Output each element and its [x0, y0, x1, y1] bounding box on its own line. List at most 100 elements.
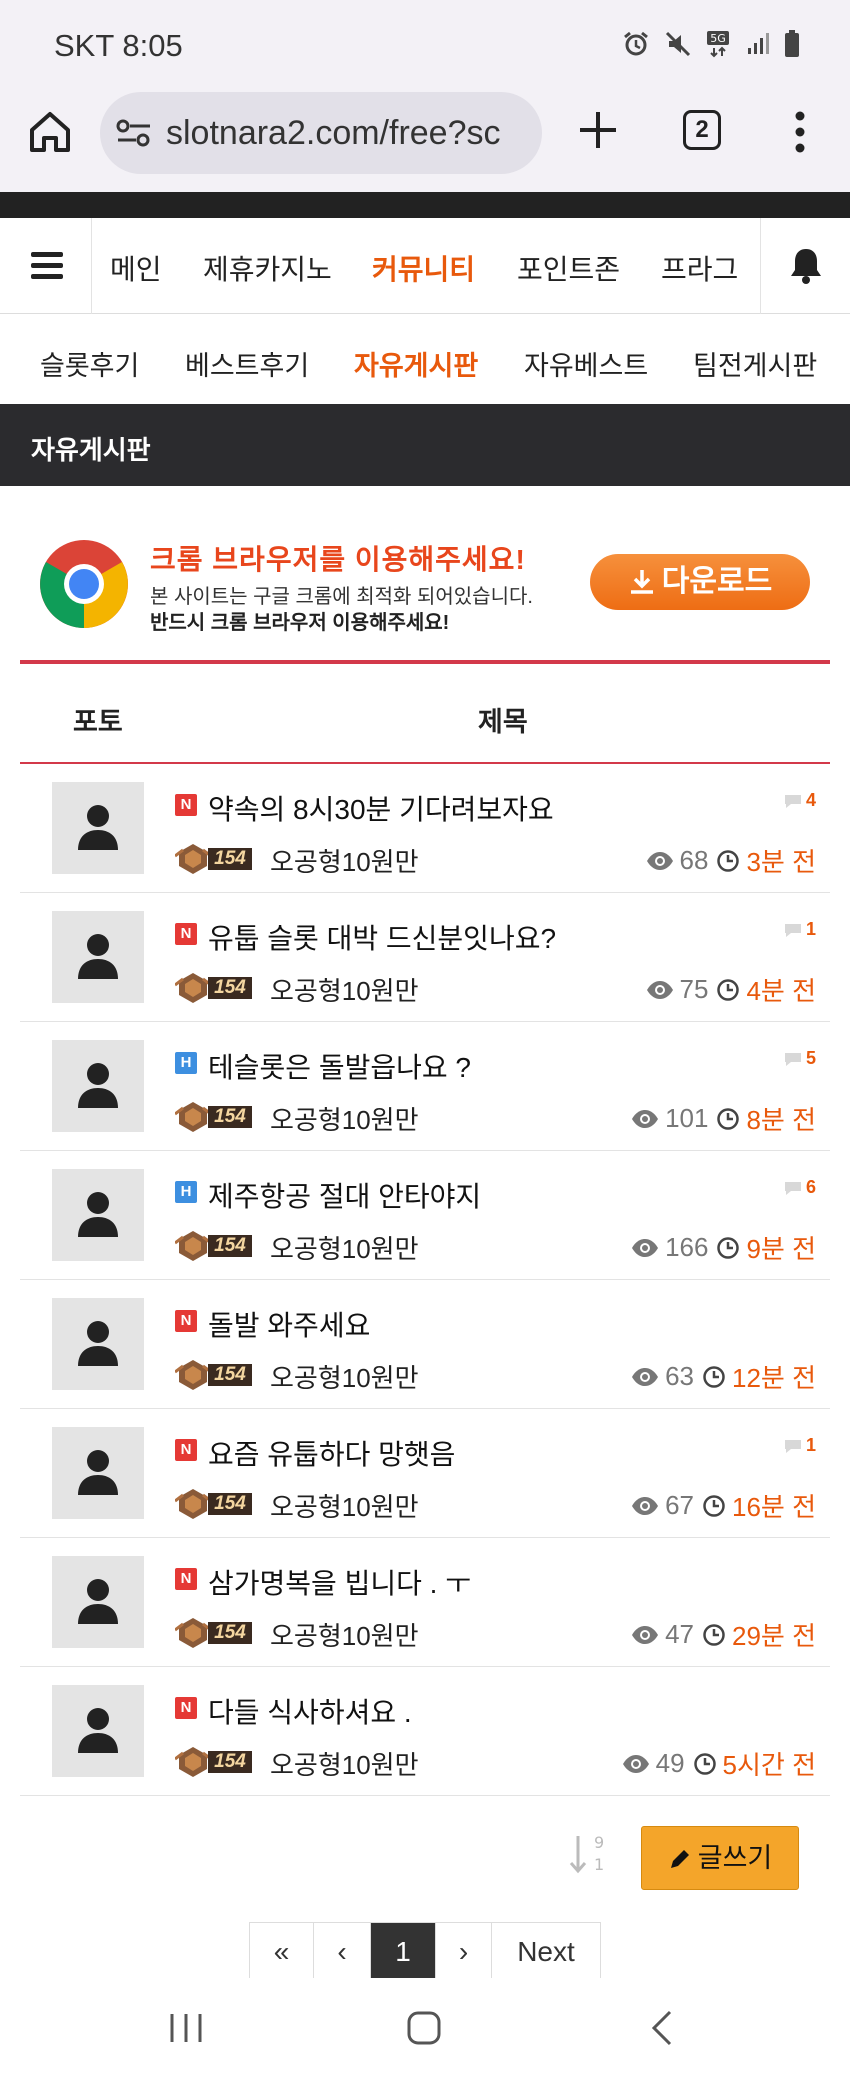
author-name[interactable]: 오공형10원만 — [270, 1745, 419, 1782]
sort-order-button[interactable]: 91 — [568, 1832, 608, 1876]
post-row[interactable]: N 삼가명복을 빕니다 . ㅜ 154 오공형10원만 47 29분 전 — [20, 1538, 830, 1667]
subnav-item-free-best[interactable]: 자유베스트 — [524, 344, 648, 383]
post-title[interactable]: 삼가명복을 빕니다 . ㅜ — [208, 1562, 471, 1602]
avatar[interactable] — [52, 1556, 144, 1648]
author-name[interactable]: 오공형10원만 — [270, 1358, 419, 1395]
view-count: 67 — [631, 1490, 694, 1521]
level-badge: 154 — [175, 1487, 261, 1521]
back-icon[interactable] — [650, 2010, 674, 2046]
eye-icon — [622, 1754, 649, 1773]
avatar[interactable] — [52, 782, 144, 874]
comment-icon — [784, 1182, 801, 1195]
home-nav-icon[interactable] — [406, 2010, 442, 2046]
sub-nav: 슬롯후기 베스트후기 자유게시판 자유베스트 팀전게시판 — [0, 314, 850, 404]
post-title[interactable]: 다들 식사하셔요 . — [208, 1691, 412, 1731]
author-name[interactable]: 오공형10원만 — [270, 1100, 419, 1137]
nav-item-pragmatic[interactable]: 프라그 — [661, 248, 738, 288]
author-name[interactable]: 오공형10원만 — [270, 1616, 419, 1653]
alarm-icon — [624, 31, 648, 56]
page-title: 자유게시판 — [31, 435, 151, 465]
nav-item-partner-casino[interactable]: 제휴카지노 — [203, 248, 332, 288]
post-time: 4분 전 — [716, 971, 816, 1008]
banner-title: 크롬 브라우저를 이용해주세요! — [150, 544, 526, 575]
post-row[interactable]: N 돌발 와주세요 154 오공형10원만 63 12분 전 — [20, 1280, 830, 1409]
address-bar[interactable]: slotnara2.com/free?sc — [100, 92, 542, 174]
post-row[interactable]: N 약속의 8시30분 기다려보자요 4 154 오공형10원만 68 3분 전 — [20, 764, 830, 893]
url-text[interactable]: slotnara2.com/free?sc — [166, 114, 501, 153]
post-row[interactable]: N 요즘 유툽하다 망햇음 1 154 오공형10원만 67 16분 전 — [20, 1409, 830, 1538]
mute-icon — [665, 31, 691, 57]
view-count: 49 — [622, 1748, 685, 1779]
avatar[interactable] — [52, 1040, 144, 1132]
post-meta: 47 29분 전 — [631, 1616, 816, 1653]
new-tab-icon[interactable] — [576, 108, 620, 152]
post-time: 3분 전 — [716, 842, 816, 879]
nav-item-community[interactable]: 커뮤니티 — [372, 248, 475, 288]
signal-icon — [748, 33, 769, 54]
level-badge: 154 — [175, 1358, 261, 1392]
author-name[interactable]: 오공형10원만 — [270, 842, 419, 879]
post-title[interactable]: 유툽 슬롯 대박 드신분잇나요? — [208, 917, 556, 957]
eye-icon — [632, 1109, 659, 1128]
clock-icon — [717, 1107, 740, 1130]
user-icon — [78, 1192, 118, 1237]
page-current[interactable]: 1 — [371, 1923, 436, 1983]
write-post-button[interactable]: 글쓰기 — [641, 1826, 799, 1890]
post-row[interactable]: H 제주항공 절대 안타야지 6 154 오공형10원만 166 9분 전 — [20, 1151, 830, 1280]
page-next-button[interactable]: Next — [492, 1923, 600, 1983]
home-icon[interactable] — [26, 108, 74, 156]
author-name[interactable]: 오공형10원만 — [270, 971, 419, 1008]
column-header-title: 제목 — [478, 707, 528, 737]
more-menu-icon[interactable] — [786, 108, 814, 156]
author-name[interactable]: 오공형10원만 — [270, 1229, 419, 1266]
subnav-item-slot-review[interactable]: 슬롯후기 — [40, 344, 139, 383]
post-title[interactable]: 제주항공 절대 안타야지 — [208, 1175, 481, 1215]
user-icon — [78, 934, 118, 979]
subnav-item-team-board[interactable]: 팀전게시판 — [693, 344, 817, 383]
post-title[interactable]: 요즘 유툽하다 망햇음 — [208, 1433, 455, 1473]
post-row[interactable]: N 다들 식사하셔요 . 154 오공형10원만 49 5시간 전 — [20, 1667, 830, 1796]
comment-count: 5 — [783, 1048, 816, 1069]
author-name[interactable]: 오공형10원만 — [270, 1487, 419, 1524]
avatar[interactable] — [52, 1427, 144, 1519]
post-title[interactable]: 테슬롯은 돌발읍나요 ? — [208, 1046, 471, 1086]
view-count: 68 — [646, 845, 708, 876]
chrome-logo-icon — [40, 540, 128, 628]
post-row[interactable]: H 테슬롯은 돌발읍나요 ? 5 154 오공형10원만 101 8분 전 — [20, 1022, 830, 1151]
comment-icon — [784, 795, 801, 808]
avatar[interactable] — [52, 1298, 144, 1390]
post-title[interactable]: 돌발 와주세요 — [208, 1304, 370, 1344]
page-prev-button[interactable]: ‹ — [314, 1923, 371, 1983]
comment-count: 4 — [783, 790, 816, 811]
svg-text:5G: 5G — [710, 32, 726, 45]
user-icon — [78, 1708, 118, 1753]
svg-text:1: 1 — [594, 1855, 604, 1874]
new-badge: N — [175, 1568, 197, 1590]
avatar[interactable] — [52, 911, 144, 1003]
comment-icon — [784, 1053, 801, 1066]
post-row[interactable]: N 유툽 슬롯 대박 드신분잇나요? 1 154 오공형10원만 75 4분 전 — [20, 893, 830, 1022]
tab-switcher-button[interactable]: 2 — [683, 110, 721, 150]
clock-icon — [717, 978, 740, 1001]
avatar[interactable] — [52, 1685, 144, 1777]
post-meta: 166 9분 전 — [631, 1229, 816, 1266]
download-button[interactable]: 다운로드 — [590, 554, 810, 610]
nav-item-point-zone[interactable]: 포인트존 — [517, 248, 620, 288]
page-next-arrow-button[interactable]: › — [436, 1923, 492, 1983]
post-meta: 101 8분 전 — [631, 1100, 816, 1137]
hamburger-menu-icon[interactable] — [0, 218, 92, 314]
avatar[interactable] — [52, 1169, 144, 1261]
site-settings-icon[interactable] — [116, 118, 152, 148]
recent-apps-icon[interactable] — [168, 2012, 204, 2044]
subnav-item-best-review[interactable]: 베스트후기 — [185, 344, 309, 383]
post-title[interactable]: 약속의 8시30분 기다려보자요 — [208, 788, 554, 828]
page-first-button[interactable]: « — [250, 1923, 314, 1983]
clock-icon — [703, 1494, 725, 1517]
subnav-item-free-board[interactable]: 자유게시판 — [354, 344, 478, 383]
status-bar: SKT 8:05 5G — [0, 0, 850, 90]
view-count: 47 — [631, 1619, 694, 1650]
clock-icon — [693, 1752, 716, 1775]
eye-icon — [646, 980, 673, 999]
nav-item-main[interactable]: 메인 — [110, 248, 162, 288]
notification-button[interactable] — [760, 218, 850, 314]
